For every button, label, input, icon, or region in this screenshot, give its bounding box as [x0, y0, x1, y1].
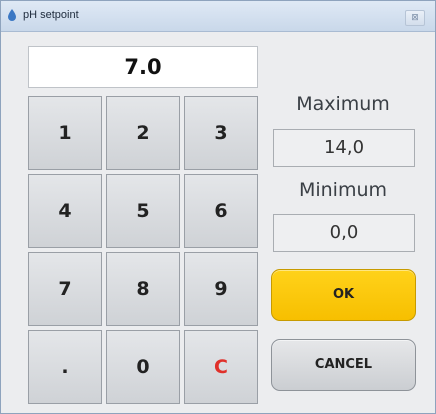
minimum-label: Minimum [298, 179, 388, 201]
key-1[interactable]: 1 [28, 96, 102, 170]
key-clear[interactable]: C [184, 330, 258, 404]
ok-button[interactable]: OK [271, 269, 416, 321]
key-2[interactable]: 2 [106, 96, 180, 170]
ph-setpoint-dialog: pH setpoint ⊠ 7.0 1 2 3 4 5 6 7 8 9 . 0 … [0, 0, 436, 414]
title-bar[interactable]: pH setpoint ⊠ [1, 1, 435, 32]
key-3[interactable]: 3 [184, 96, 258, 170]
close-button[interactable]: ⊠ [405, 10, 425, 26]
key-decimal[interactable]: . [28, 330, 102, 404]
minimum-value: 0,0 [273, 214, 415, 252]
key-5[interactable]: 5 [106, 174, 180, 248]
key-6[interactable]: 6 [184, 174, 258, 248]
window-title: pH setpoint [23, 9, 79, 21]
app-drop-icon [8, 9, 16, 21]
close-icon: ⊠ [411, 13, 419, 23]
key-8[interactable]: 8 [106, 252, 180, 326]
maximum-value: 14,0 [273, 129, 415, 167]
key-9[interactable]: 9 [184, 252, 258, 326]
key-7[interactable]: 7 [28, 252, 102, 326]
maximum-label: Maximum [296, 93, 390, 115]
cancel-button[interactable]: CANCEL [271, 339, 416, 391]
key-0[interactable]: 0 [106, 330, 180, 404]
key-4[interactable]: 4 [28, 174, 102, 248]
value-display: 7.0 [28, 46, 258, 88]
numeric-keypad: 1 2 3 4 5 6 7 8 9 . 0 C [28, 96, 258, 404]
